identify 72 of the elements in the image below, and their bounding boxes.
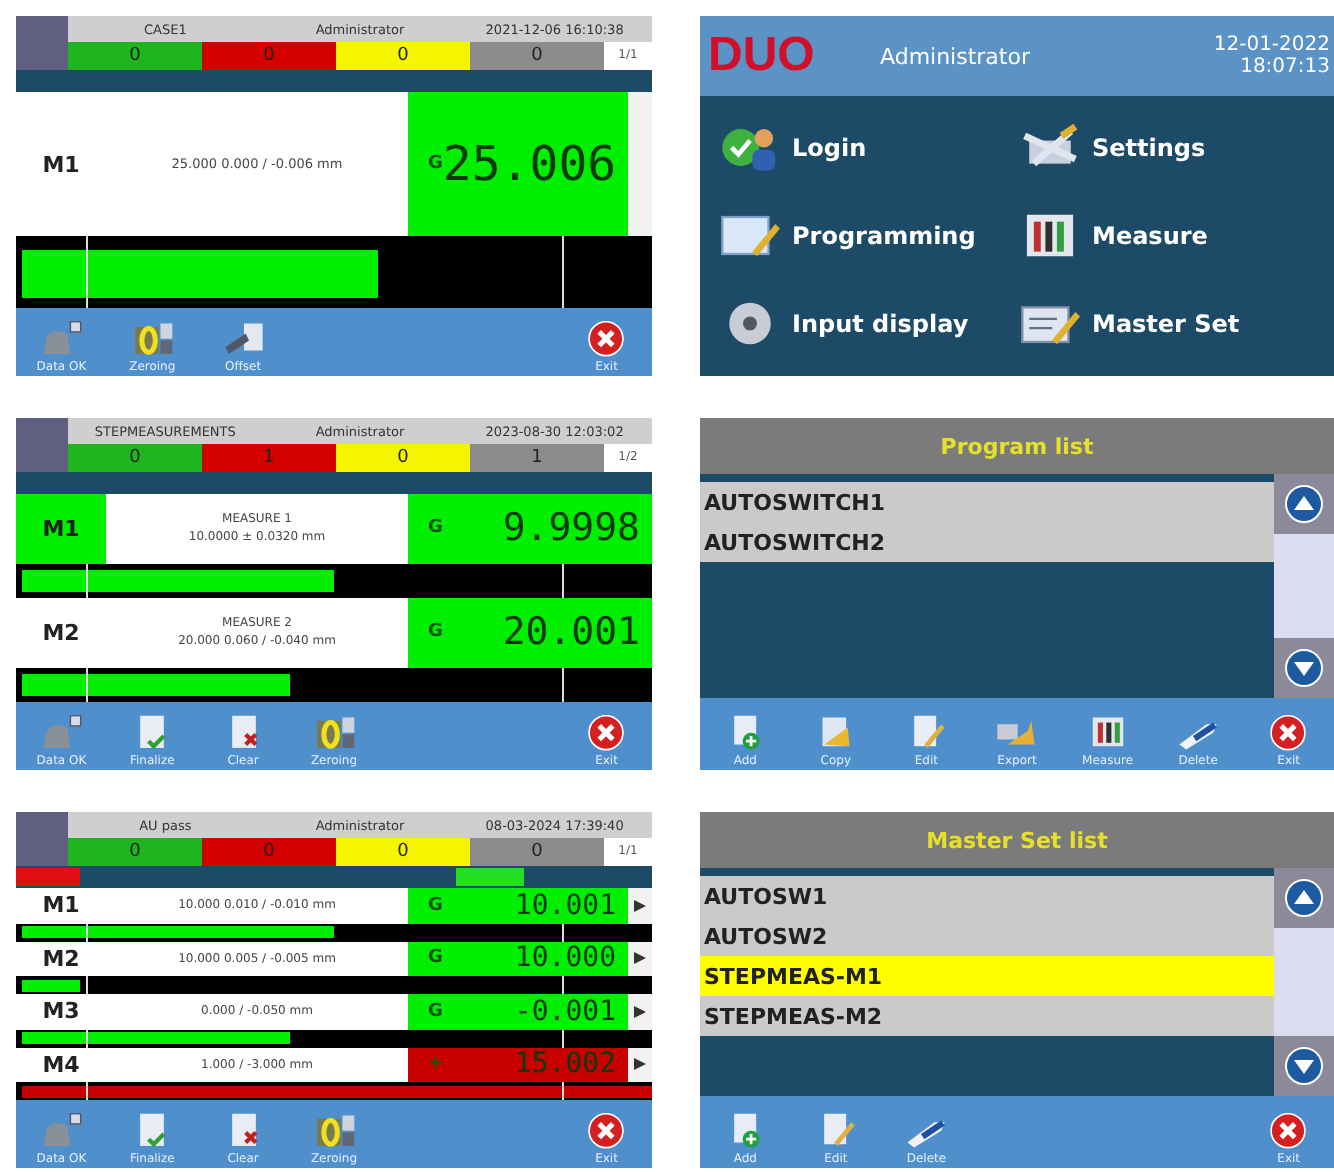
counter: 1 <box>202 444 336 472</box>
arrow-icon <box>634 952 646 965</box>
device-icon <box>39 714 84 752</box>
user-name: Administrator <box>880 43 1032 69</box>
counter: 0 <box>68 838 202 866</box>
menu-item[interactable]: Login <box>720 104 1020 192</box>
menu-item[interactable]: Input display <box>720 280 1020 368</box>
close-icon <box>1266 1112 1311 1150</box>
scrollbar[interactable] <box>1274 868 1334 1096</box>
device-icon <box>39 1112 84 1150</box>
counter: 0 <box>68 444 202 472</box>
menu-item[interactable]: Settings <box>1020 104 1314 192</box>
close-icon <box>1266 714 1311 752</box>
close-icon <box>584 1112 629 1150</box>
time-text: 18:07:13 <box>1240 56 1330 78</box>
status-letter: G <box>428 154 443 174</box>
measured-value: 20.001 <box>502 610 640 655</box>
program-icon <box>720 210 780 262</box>
scroll-thumb[interactable] <box>1274 928 1334 1036</box>
status-letter: G <box>428 1001 443 1022</box>
list-title: Program list <box>700 418 1334 474</box>
menu-item[interactable]: Programming <box>720 192 1020 280</box>
side-tab[interactable] <box>628 1047 652 1083</box>
side-tab[interactable] <box>628 941 652 977</box>
measured-value: 9.9998 <box>502 506 640 551</box>
measured-value: 10.001 <box>514 889 616 922</box>
list-title: Master Set list <box>700 812 1334 868</box>
list-item[interactable]: AUTOSWITCH2 <box>700 522 1274 562</box>
scroll-thumb[interactable] <box>1274 534 1334 638</box>
counter: 1 <box>470 444 604 472</box>
side-tab[interactable] <box>628 994 652 1030</box>
logo: DUO <box>706 28 817 84</box>
header-block <box>16 418 68 472</box>
list-item[interactable]: STEPMEAS-M1 <box>700 956 1274 996</box>
status-letter: G <box>428 895 443 916</box>
side-tab[interactable] <box>628 888 652 924</box>
scrollbar[interactable] <box>1274 474 1334 698</box>
status-letter: G <box>428 518 443 539</box>
close-icon <box>584 320 629 358</box>
device-icon <box>39 320 84 358</box>
menu-item[interactable]: Master Set <box>1020 280 1314 368</box>
measured-value: -0.001 <box>514 995 616 1028</box>
menu-item[interactable]: Measure <box>1020 192 1314 280</box>
counter: 0 <box>336 444 470 472</box>
close-icon <box>584 714 629 752</box>
list-item[interactable]: STEPMEAS-M2 <box>700 996 1274 1036</box>
zero-icon <box>311 714 356 752</box>
header-block <box>16 812 68 866</box>
zero-icon <box>311 1112 356 1150</box>
arrow-icon <box>634 899 646 912</box>
zero-icon <box>130 320 175 358</box>
status-letter: + <box>428 1054 444 1075</box>
status-letter: G <box>428 622 443 643</box>
measured-value: 10.000 <box>514 942 616 975</box>
list-item[interactable]: AUTOSW1 <box>700 876 1274 916</box>
arrow-icon <box>634 1058 646 1071</box>
measured-value: 25.006 <box>442 136 617 192</box>
counter: 0 <box>336 42 470 70</box>
date-text: 12-01-2022 <box>1213 34 1330 56</box>
counter: 0 <box>202 838 336 866</box>
measured-value: 15.002 <box>514 1048 616 1081</box>
counter: 0 <box>470 838 604 866</box>
arrow-icon <box>634 1005 646 1018</box>
status-letter: G <box>428 948 443 969</box>
list-item[interactable]: AUTOSW2 <box>700 916 1274 956</box>
list-item[interactable]: AUTOSWITCH1 <box>700 482 1274 522</box>
counter: 0 <box>470 42 604 70</box>
measure-label[interactable]: M1 <box>16 494 106 564</box>
counter: 0 <box>336 838 470 866</box>
header-block <box>16 16 68 70</box>
counter: 0 <box>68 42 202 70</box>
counter: 0 <box>202 42 336 70</box>
